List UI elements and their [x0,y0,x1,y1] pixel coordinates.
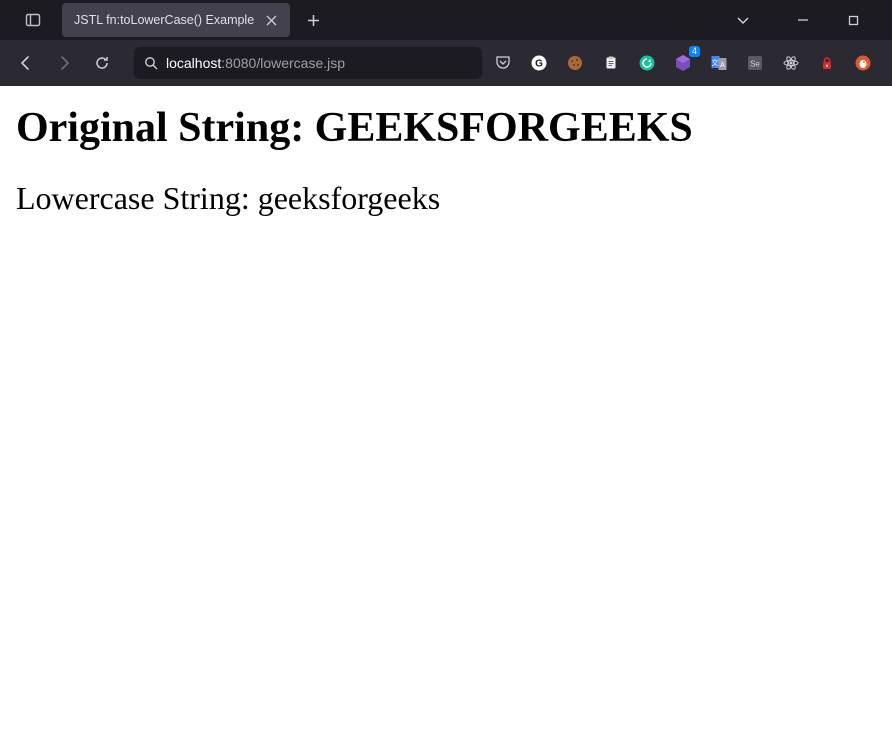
selenium-icon[interactable]: Se [740,48,770,78]
address-bar[interactable]: localhost:8080/lowercase.jsp [134,47,482,79]
nav-toolbar: localhost:8080/lowercase.jsp G 4 文A Se [0,40,892,86]
sublime-icon[interactable]: 4 [668,48,698,78]
page-heading-original: Original String: GEEKSFORGEEKS [16,104,876,152]
translate-icon[interactable]: 文A [704,48,734,78]
window-controls [788,5,888,35]
pocket-icon[interactable] [488,48,518,78]
page-content: Original String: GEEKSFORGEEKS Lowercase… [0,86,892,730]
svg-text:Se: Se [750,60,760,69]
url-path: /lowercase.jsp [256,55,345,71]
maximize-button[interactable] [838,5,868,35]
search-icon [144,56,158,70]
svg-text:A: A [720,62,725,69]
browser-tab-active[interactable]: JSTL fn:toLowerCase() Example [62,3,290,37]
svg-text:G: G [535,59,543,70]
reload-button[interactable] [86,47,118,79]
minimize-button[interactable] [788,5,818,35]
back-button[interactable] [10,47,42,79]
badge-count: 4 [689,46,700,57]
duckduckgo-icon[interactable] [848,48,878,78]
tab-close-button[interactable] [262,11,280,29]
react-devtools-icon[interactable] [776,48,806,78]
titlebar: JSTL fn:toLowerCase() Example [0,0,892,40]
grammarly-icon[interactable]: G [524,48,554,78]
cookie-icon[interactable] [560,48,590,78]
new-tab-button[interactable] [298,5,328,35]
clipboard-icon[interactable] [596,48,626,78]
url-text: localhost:8080/lowercase.jsp [166,55,345,71]
list-all-tabs-button[interactable] [728,5,758,35]
https-lock-icon[interactable] [812,48,842,78]
toolbar-right: G 4 文A Se [488,48,882,78]
url-port: :8080 [221,55,256,71]
url-host: localhost [166,55,221,71]
svg-text:文: 文 [712,58,719,67]
sidebar-toggle-button[interactable] [16,5,50,35]
page-heading-lowercase: Lowercase String: geeksforgeeks [16,180,876,217]
forward-button[interactable] [48,47,80,79]
grammarly-green-icon[interactable] [632,48,662,78]
tab-title: JSTL fn:toLowerCase() Example [74,13,254,27]
